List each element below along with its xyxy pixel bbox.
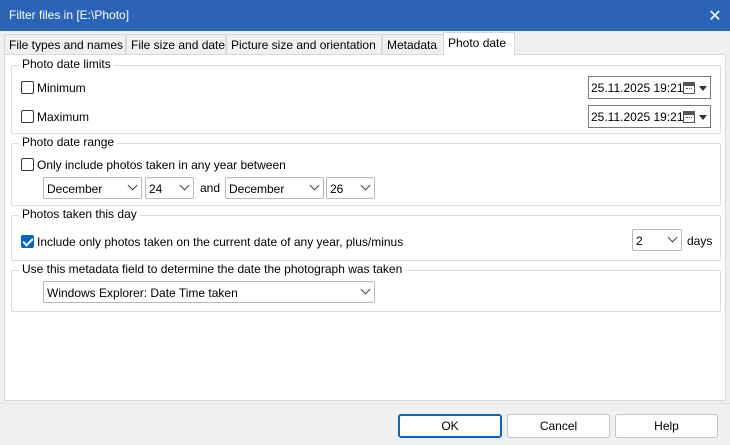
group-legend: Use this metadata field to determine the…: [19, 262, 406, 276]
to-day-select[interactable]: 26: [326, 177, 375, 199]
current-date-label[interactable]: Include only photos taken on the current…: [37, 235, 403, 249]
dialog-footer: OK Cancel Help: [0, 403, 730, 445]
tab-picture-size-and-orientation[interactable]: Picture size and orientation: [226, 34, 382, 55]
from-day-select[interactable]: 24: [145, 177, 194, 199]
cancel-button[interactable]: Cancel: [507, 414, 610, 438]
chevron-down-icon: [667, 232, 678, 243]
tab-label: File types and names: [9, 38, 124, 52]
to-day-value: 26: [330, 182, 344, 196]
dropdown-arrow-icon[interactable]: [699, 115, 707, 120]
tab-photo-date[interactable]: Photo date: [443, 32, 515, 56]
tab-strip: File types and names File size and date …: [4, 32, 726, 56]
tab-label: File size and date: [131, 38, 226, 52]
maximum-label[interactable]: Maximum: [37, 110, 89, 124]
group-legend: Photos taken this day: [19, 207, 140, 221]
maximum-date-picker[interactable]: 25.11.2025 19:21: [588, 105, 711, 128]
tab-label: Metadata: [387, 38, 438, 52]
group-photo-date-limits: Photo date limits Minimum 25.11.2025 19:…: [11, 57, 721, 134]
chevron-down-icon: [360, 284, 371, 295]
metadata-field-select[interactable]: Windows Explorer: Date Time taken: [43, 281, 375, 303]
help-button[interactable]: Help: [615, 414, 718, 438]
to-month-value: December: [229, 182, 285, 196]
dropdown-arrow-icon[interactable]: [699, 86, 707, 91]
tab-file-types-and-names[interactable]: File types and names: [4, 34, 126, 55]
from-month-value: December: [47, 182, 103, 196]
days-label: days: [687, 234, 713, 248]
current-date-checkbox[interactable]: [21, 235, 34, 248]
chevron-down-icon: [127, 180, 138, 191]
group-photos-taken-this-day: Photos taken this day Include only photo…: [11, 207, 721, 261]
chevron-down-icon: [179, 180, 190, 191]
maximum-date-value: 25.11.2025 19:21: [591, 110, 684, 124]
group-legend: Photo date range: [19, 135, 118, 149]
group-legend: Photo date limits: [19, 57, 114, 71]
minimum-date-value: 25.11.2025 19:21: [591, 81, 684, 95]
to-month-select[interactable]: December: [225, 177, 324, 199]
tab-file-size-and-date[interactable]: File size and date: [126, 34, 226, 55]
minimum-label[interactable]: Minimum: [37, 81, 86, 95]
group-metadata-field: Use this metadata field to determine the…: [11, 262, 721, 312]
tab-label: Picture size and orientation: [231, 38, 376, 52]
ok-button[interactable]: OK: [398, 414, 502, 438]
window-title: Filter files in [E:\Photo]: [9, 8, 130, 22]
tab-label: Photo date: [448, 36, 507, 50]
tab-panel-photo-date: Photo date limits Minimum 25.11.2025 19:…: [4, 54, 726, 401]
maximum-checkbox[interactable]: [21, 110, 34, 123]
chevron-down-icon: [309, 180, 320, 191]
calendar-icon[interactable]: [683, 111, 695, 123]
group-photo-date-range: Photo date range Only include photos tak…: [11, 135, 721, 206]
from-day-value: 24: [149, 182, 163, 196]
days-value: 2: [636, 234, 643, 248]
minimum-date-picker[interactable]: 25.11.2025 19:21: [588, 76, 711, 99]
days-select[interactable]: 2: [632, 229, 682, 251]
metadata-field-value: Windows Explorer: Date Time taken: [47, 286, 238, 300]
chevron-down-icon: [360, 180, 371, 191]
year-range-label[interactable]: Only include photos taken in any year be…: [37, 158, 286, 172]
title-bar: Filter files in [E:\Photo] ✕: [0, 0, 730, 31]
and-label: and: [200, 181, 221, 195]
year-range-checkbox[interactable]: [21, 158, 34, 171]
tab-metadata[interactable]: Metadata: [382, 34, 444, 55]
minimum-checkbox[interactable]: [21, 81, 34, 94]
calendar-icon[interactable]: [683, 82, 695, 94]
from-month-select[interactable]: December: [43, 177, 142, 199]
close-icon[interactable]: ✕: [700, 0, 730, 31]
